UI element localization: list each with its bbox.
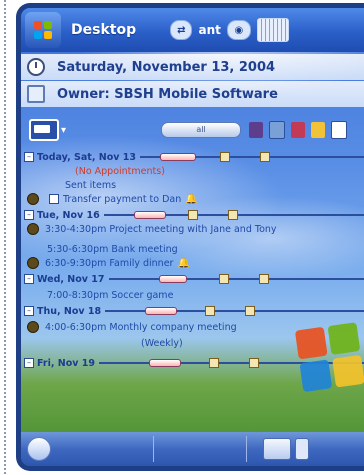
tasks-icon[interactable] xyxy=(311,122,326,138)
menu-divider xyxy=(246,436,247,462)
appointment-icon xyxy=(27,257,39,269)
collapse-icon[interactable]: – xyxy=(24,306,34,316)
appointment-icon xyxy=(27,321,39,333)
day-label: Wed, Nov 17 xyxy=(37,273,105,285)
day-label: Fri, Nov 19 xyxy=(37,357,95,369)
list-item[interactable]: (No Appointments) xyxy=(21,164,364,178)
collapse-icon[interactable]: – xyxy=(24,358,34,368)
input-panel-arrow-icon[interactable] xyxy=(295,438,309,460)
appointment-text: 6:30-9:30pm Family dinner xyxy=(45,257,174,269)
alarm-bell-icon: 🔔 xyxy=(185,193,198,205)
task-text: Transfer payment to Dan xyxy=(63,193,182,205)
task-icon xyxy=(27,193,39,205)
day-label: Tue, Nov 16 xyxy=(37,209,100,221)
appointment-text: 3:30-4:30pm Project meeting with Jane an… xyxy=(45,223,277,235)
appointment-text: 4:00-6:30pm Monthly company meeting xyxy=(45,321,237,333)
owner-info: Owner: SBSH Mobile Software xyxy=(57,86,278,102)
owner-row[interactable]: Owner: SBSH Mobile Software xyxy=(21,81,364,107)
status-icons: ⇄ ant ◉ xyxy=(170,18,289,42)
screen: Desktop ⇄ ant ◉ Saturday, November 13, 2… xyxy=(21,8,364,466)
list-item[interactable]: 5:30-6:30pm Bank meeting xyxy=(21,242,364,256)
title-bar: Desktop ⇄ ant ◉ xyxy=(21,8,364,52)
left-softkey-button[interactable] xyxy=(27,437,51,461)
no-appointments: (No Appointments) xyxy=(75,165,165,177)
collapse-icon[interactable]: – xyxy=(24,274,34,284)
day-header[interactable]: – Thu, Nov 18 xyxy=(21,304,364,318)
day-timeline xyxy=(139,152,364,162)
list-item[interactable]: 7:00-8:30pm Soccer game xyxy=(21,288,364,302)
list-item[interactable]: Sent items xyxy=(21,178,364,192)
day-header[interactable]: – Tue, Nov 16 xyxy=(21,208,364,222)
day-timeline xyxy=(103,210,364,220)
appointment-text: 7:00-8:30pm Soccer game xyxy=(47,289,174,301)
contacts-icon[interactable] xyxy=(331,121,348,139)
clock-icon xyxy=(27,58,45,76)
battery-icon[interactable] xyxy=(256,18,289,42)
alarm-bell-icon: 🔔 xyxy=(177,257,190,269)
day-timeline xyxy=(105,306,364,316)
sent-items: Sent items xyxy=(65,179,117,191)
notes-icon[interactable] xyxy=(291,122,306,138)
menu-divider xyxy=(153,436,154,462)
today-date: Saturday, November 13, 2004 xyxy=(57,59,276,75)
today-date-row[interactable]: Saturday, November 13, 2004 xyxy=(21,54,364,80)
volume-icon[interactable]: ◉ xyxy=(226,20,251,40)
page-border xyxy=(4,0,6,475)
day-label: Thu, Nov 18 xyxy=(37,305,102,317)
calendar-icon[interactable] xyxy=(269,121,286,139)
view-dropdown-icon[interactable]: ▾ xyxy=(61,125,66,136)
agenda-list: – Today, Sat, Nov 13 (No Appointments) S… xyxy=(21,148,364,438)
recurrence-text: (Weekly) xyxy=(141,337,183,349)
menu-bar xyxy=(21,432,364,466)
task-item[interactable]: Transfer payment to Dan 🔔 xyxy=(21,192,364,206)
appointment-icon xyxy=(27,223,39,235)
signal-label: ant xyxy=(198,23,221,37)
input-panel-icon[interactable] xyxy=(263,438,291,460)
start-button[interactable] xyxy=(25,12,61,48)
task-checkbox[interactable] xyxy=(49,194,59,204)
list-item[interactable]: 3:30-4:30pm Project meeting with Jane an… xyxy=(21,222,364,236)
collapse-icon[interactable]: – xyxy=(24,152,34,162)
filter-slider[interactable]: all xyxy=(161,122,242,138)
windows-logo-icon xyxy=(294,322,364,394)
plugin-toolbar: ▾ all xyxy=(21,112,364,148)
toolbar-icons xyxy=(249,121,348,139)
day-label: Today, Sat, Nov 13 xyxy=(37,151,136,163)
window-title: Desktop xyxy=(71,22,137,38)
collapse-icon[interactable]: – xyxy=(24,210,34,220)
appointment-text: 5:30-6:30pm Bank meeting xyxy=(47,243,178,255)
pocket-pc-device: Desktop ⇄ ant ◉ Saturday, November 13, 2… xyxy=(16,3,364,471)
tools-icon[interactable] xyxy=(249,122,264,138)
connectivity-icon[interactable]: ⇄ xyxy=(170,20,193,40)
list-item[interactable]: 6:30-9:30pm Family dinner 🔔 xyxy=(21,256,364,270)
day-header[interactable]: – Today, Sat, Nov 13 xyxy=(21,150,364,164)
view-mode-icon[interactable] xyxy=(29,119,59,141)
owner-card-icon xyxy=(27,85,45,103)
windows-flag-icon xyxy=(34,21,52,39)
day-timeline xyxy=(108,274,364,284)
day-header[interactable]: – Wed, Nov 17 xyxy=(21,272,364,286)
